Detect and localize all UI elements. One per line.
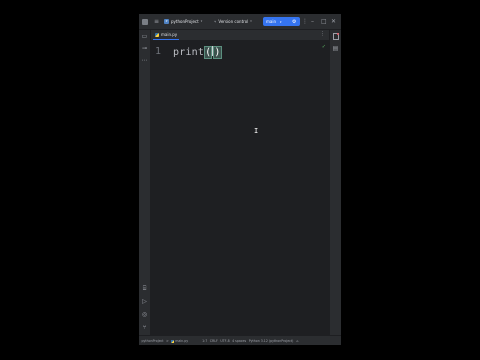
commit-icon[interactable]: ⊸ [141, 45, 148, 52]
project-name: pythonProject [171, 19, 199, 24]
chevron-down-icon: ▾ [250, 19, 252, 23]
paren-close: ) [213, 46, 222, 59]
more-tools-icon[interactable]: ⋯ [141, 57, 148, 64]
chevron-down-icon: ▾ [200, 19, 203, 23]
vcs-widget[interactable]: ⑂ Version control ▾ [214, 14, 252, 29]
problems-icon[interactable]: ◎ [141, 311, 148, 318]
run-settings-icon[interactable]: ⚙ [292, 14, 296, 29]
right-tool-strip: ▤ [329, 30, 341, 335]
tab-label: main.py [161, 32, 178, 37]
mouse-ibeam-cursor-icon: I [254, 127, 259, 135]
title-bar: ≡ P pythonProject ▾ ⑂ Version control ▾ … [139, 14, 341, 30]
vcs-label: Version control [218, 19, 249, 24]
python-interpreter[interactable]: Python 3.12 (pythonProject) [249, 339, 294, 343]
git-icon[interactable]: ⑂ [141, 324, 148, 331]
code-line[interactable]: print() [173, 46, 222, 59]
code-editor[interactable]: 1 print() ✓ I [151, 41, 329, 335]
paren-open: ( [204, 46, 213, 59]
database-icon[interactable]: ▤ [332, 45, 339, 52]
project-badge: P [164, 19, 169, 24]
breadcrumb-separator: > [166, 339, 169, 343]
lock-icon[interactable]: ⌂ [296, 339, 298, 343]
line-number: 1 [155, 46, 162, 57]
folder-icon[interactable]: ▭ [141, 33, 148, 40]
tab-main-py[interactable]: main.py [153, 30, 180, 40]
breadcrumb-file[interactable]: main.py [175, 339, 188, 343]
ide-logo-icon[interactable] [142, 14, 149, 29]
close-icon[interactable]: ✕ [331, 14, 336, 29]
more-icon[interactable]: ⋮ [302, 14, 308, 29]
python-file-icon [155, 32, 159, 37]
line-separator[interactable]: CRLF [210, 339, 218, 343]
notifications-icon[interactable] [332, 32, 339, 40]
editor-tab-bar: main.py ⋮ [151, 30, 329, 41]
ide-window: ≡ P pythonProject ▾ ⑂ Version control ▾ … [139, 14, 341, 345]
chevron-down-icon: ▾ [280, 19, 282, 24]
maximize-icon[interactable]: □ [321, 14, 327, 29]
caret-position[interactable]: 1:7 [202, 339, 207, 343]
code-function: print [173, 47, 205, 58]
python-file-icon [171, 339, 175, 343]
branch-icon: ⑂ [214, 18, 217, 24]
run-icon[interactable]: ▷ [141, 298, 148, 305]
minimize-icon[interactable]: – [311, 14, 314, 29]
project-selector[interactable]: P pythonProject ▾ [164, 14, 202, 29]
more-icon[interactable]: ⋮ [320, 31, 325, 37]
left-tool-strip: ▭ ⊸ ⋯ ⌸ ▷ ◎ ⑂ [139, 30, 151, 335]
inspection-ok-icon[interactable]: ✓ [322, 44, 326, 50]
hamburger-icon[interactable]: ≡ [154, 14, 159, 29]
file-encoding[interactable]: UTF-8 [220, 339, 229, 343]
python-console-icon[interactable]: ⌸ [141, 285, 148, 292]
editor-area: main.py ⋮ 1 print() ✓ I [151, 30, 329, 335]
indent-setting[interactable]: 4 spaces [232, 339, 246, 343]
status-bar: pythonProject > main.py 1:7 CRLF UTF-8 4… [139, 335, 341, 345]
run-config-label: main [266, 19, 276, 24]
breadcrumb-project[interactable]: pythonProject [142, 339, 164, 343]
